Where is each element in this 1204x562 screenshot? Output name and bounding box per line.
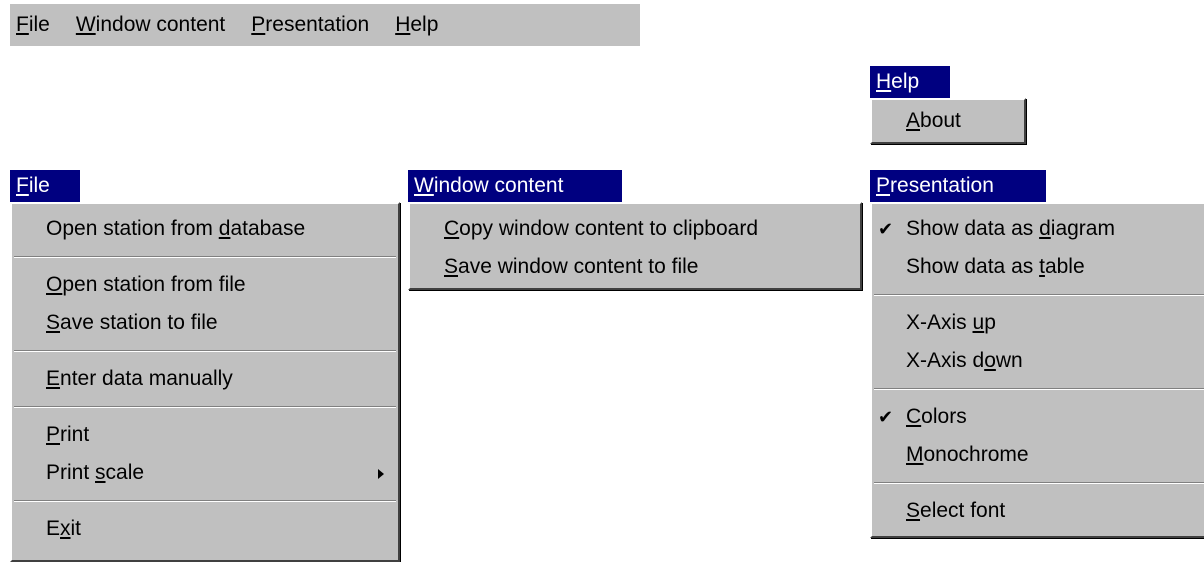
menu-separator — [874, 294, 1204, 296]
menu-item-about[interactable]: About — [872, 102, 1024, 140]
menu-separator — [14, 350, 396, 352]
label-post: ile — [28, 174, 50, 197]
label-post: opy window content to clipboard — [459, 217, 759, 240]
access-key: M — [906, 443, 924, 466]
access-key: S — [46, 311, 61, 334]
label-post: resentation — [890, 174, 994, 197]
menu-item-show-as-diagram[interactable]: ✔ Show data as diagram — [872, 210, 1204, 248]
submenu-arrow-icon — [378, 469, 384, 479]
access-key: W — [75, 13, 96, 36]
menu-item-save-window-content[interactable]: Save window content to file — [410, 248, 860, 286]
menu-item-open-from-file[interactable]: Open station from file — [12, 266, 398, 304]
access-key: C — [906, 405, 922, 428]
label-pre: Show data as — [906, 255, 1040, 278]
menu-item-save-to-file[interactable]: Save station to file — [12, 304, 398, 342]
presentation-menu-header[interactable]: Presentation — [870, 170, 1046, 202]
label-post: cale — [105, 461, 145, 484]
menu-separator — [874, 388, 1204, 390]
label-post: rint — [60, 423, 90, 446]
access-key: x — [60, 517, 71, 540]
menu-separator — [14, 500, 396, 502]
label-post: wn — [995, 349, 1023, 372]
label-post: onochrome — [923, 443, 1029, 466]
access-key: S — [444, 255, 459, 278]
window-content-menu-header[interactable]: Window content — [408, 170, 622, 202]
access-key: C — [444, 217, 460, 240]
menu-item-exit[interactable]: Exit — [12, 510, 398, 548]
label-post: resentation — [265, 13, 370, 36]
menu-bar: File Window content Presentation Help — [10, 4, 640, 46]
label-pre: E — [46, 517, 61, 540]
access-key: O — [46, 273, 63, 296]
access-key: S — [906, 499, 921, 522]
help-menu-panel: About — [870, 98, 1026, 144]
label-post: able — [1044, 255, 1085, 278]
menu-item-enter-data-manually[interactable]: Enter data manually — [12, 360, 398, 398]
access-key: E — [46, 367, 61, 390]
label-post: ave window content to file — [458, 255, 699, 278]
access-key: H — [395, 13, 411, 36]
access-key: s — [95, 461, 106, 484]
label-post: atabase — [230, 217, 306, 240]
window-content-menu-panel: Copy window content to clipboard Save wi… — [408, 202, 862, 290]
file-menu-panel: Open station from database Open station … — [10, 202, 400, 562]
access-key: u — [972, 311, 985, 334]
label-post: pen station from file — [62, 273, 246, 296]
file-menu-header[interactable]: File — [10, 170, 80, 202]
help-menu-header[interactable]: Help — [870, 66, 950, 98]
label-pre: X-Axis — [906, 311, 973, 334]
menu-separator — [14, 406, 396, 408]
menubar-help[interactable]: Help — [388, 4, 445, 46]
presentation-menu-panel: ✔ Show data as diagram Show data as table… — [870, 202, 1204, 538]
menu-item-print-scale[interactable]: Print scale — [12, 454, 398, 492]
menu-item-colors[interactable]: ✔ Colors — [872, 398, 1204, 436]
label-post: indow content — [95, 13, 226, 36]
label-pre: Print — [46, 461, 96, 484]
label-pre: Show data as — [906, 217, 1040, 240]
access-key: P — [251, 13, 266, 36]
access-key: W — [414, 174, 434, 197]
checkmark-icon: ✔ — [878, 219, 894, 239]
access-key: P — [46, 423, 61, 446]
label-post: it — [70, 517, 82, 540]
menu-item-x-axis-down[interactable]: X-Axis down — [872, 342, 1204, 380]
label-post: nter data manually — [60, 367, 233, 390]
access-key: F — [16, 13, 29, 36]
label-post: p — [984, 311, 996, 334]
label-post: olors — [921, 405, 967, 428]
menu-item-open-from-database[interactable]: Open station from database — [12, 210, 398, 248]
menu-item-select-font[interactable]: Select font — [872, 492, 1204, 530]
access-key: F — [16, 174, 29, 197]
menu-separator — [14, 256, 396, 258]
menu-item-print[interactable]: Print — [12, 416, 398, 454]
checkmark-icon: ✔ — [878, 407, 894, 427]
menu-item-monochrome[interactable]: Monochrome — [872, 436, 1204, 474]
label-pre: Open station from — [46, 217, 219, 240]
access-key: o — [984, 349, 996, 372]
label-post: iagram — [1050, 217, 1115, 240]
label-post: elp — [891, 70, 920, 93]
label-post: indow content — [433, 174, 564, 197]
access-key: d — [218, 217, 231, 240]
label-post: elp — [410, 13, 439, 36]
menu-item-show-as-table[interactable]: Show data as table — [872, 248, 1204, 286]
access-key: d — [1039, 217, 1051, 240]
access-key: A — [906, 109, 921, 132]
menubar-presentation[interactable]: Presentation — [244, 4, 376, 46]
menu-item-x-axis-up[interactable]: X-Axis up — [872, 304, 1204, 342]
label-pre: X-Axis d — [906, 349, 985, 372]
access-key: H — [876, 70, 892, 93]
label-post: ave station to file — [60, 311, 218, 334]
label-post: bout — [920, 109, 961, 132]
menubar-window-content[interactable]: Window content — [69, 4, 232, 46]
access-key: P — [876, 174, 891, 197]
label-post: elect font — [920, 499, 1006, 522]
label-post: ile — [28, 13, 50, 36]
menu-item-copy-to-clipboard[interactable]: Copy window content to clipboard — [410, 210, 860, 248]
menu-separator — [874, 482, 1204, 484]
menubar-file[interactable]: File — [10, 4, 57, 46]
